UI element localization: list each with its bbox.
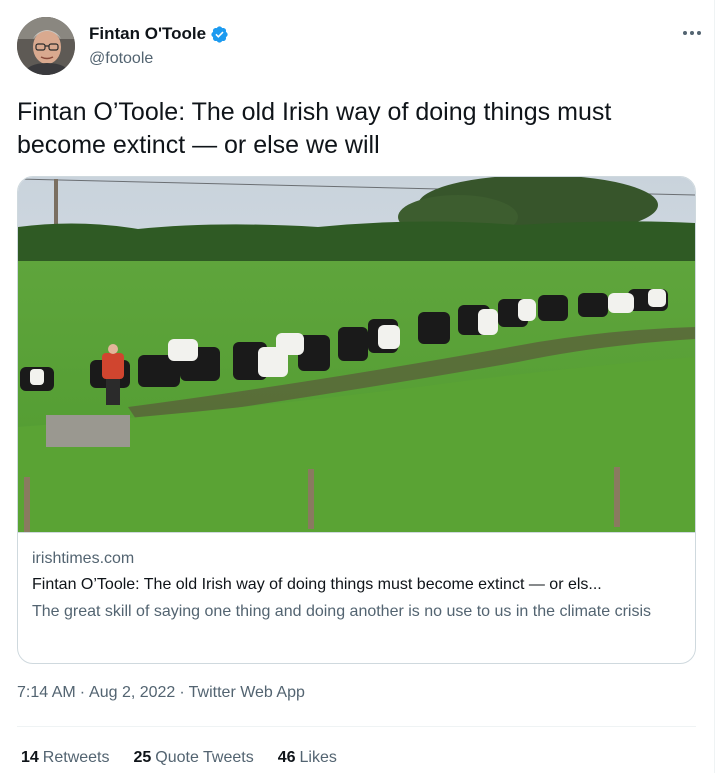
timestamp-date[interactable]: Aug 2, 2022 bbox=[89, 684, 175, 701]
avatar-photo bbox=[17, 17, 75, 75]
card-title: Fintan O’Toole: The old Irish way of doi… bbox=[32, 576, 602, 593]
quote-tweets-stat[interactable]: 25 Quote Tweets bbox=[134, 749, 254, 767]
author-info: Fintan O'Toole @fotoole bbox=[89, 24, 229, 68]
separator-dot: · bbox=[79, 684, 86, 701]
avatar[interactable] bbox=[17, 17, 75, 75]
retweets-label: Retweets bbox=[42, 749, 110, 766]
author-name[interactable]: Fintan O'Toole bbox=[89, 24, 206, 44]
tweet-header: Fintan O'Toole @fotoole bbox=[17, 17, 707, 77]
separator-dot: · bbox=[179, 684, 185, 701]
verified-badge-icon bbox=[211, 25, 228, 43]
tweet-meta: 7:14 AM · Aug 2, 2022 · Twitter Web App bbox=[17, 684, 305, 702]
card-image[interactable] bbox=[18, 177, 695, 532]
likes-stat[interactable]: 46 Likes bbox=[278, 749, 337, 767]
column-border bbox=[714, 0, 715, 773]
timestamp-time[interactable]: 7:14 AM bbox=[17, 684, 76, 701]
more-options-button[interactable] bbox=[679, 23, 705, 43]
retweets-stat[interactable]: 14 Retweets bbox=[21, 749, 110, 767]
card-body: irishtimes.com Fintan O’Toole: The old I… bbox=[18, 532, 695, 663]
quote-tweets-label: Quote Tweets bbox=[155, 749, 254, 766]
author-handle[interactable]: @fotoole bbox=[89, 50, 229, 68]
card-description: The great skill of saying one thing and … bbox=[32, 603, 652, 620]
likes-count: 46 bbox=[277, 749, 296, 766]
divider bbox=[17, 726, 696, 727]
link-card[interactable]: irishtimes.com Fintan O’Toole: The old I… bbox=[17, 176, 696, 664]
name-row: Fintan O'Toole bbox=[89, 24, 229, 44]
likes-label: Likes bbox=[299, 749, 337, 766]
tweet-source[interactable]: Twitter Web App bbox=[189, 684, 305, 701]
card-domain: irishtimes.com bbox=[32, 550, 135, 567]
tweet-text: Fintan O’Toole: The old Irish way of doi… bbox=[17, 98, 612, 159]
tweet-stats: 14 Retweets 25 Quote Tweets 46 Likes bbox=[21, 749, 337, 767]
retweets-count: 14 bbox=[21, 749, 39, 766]
quote-tweets-count: 25 bbox=[133, 749, 152, 766]
more-options-icon bbox=[683, 31, 701, 35]
